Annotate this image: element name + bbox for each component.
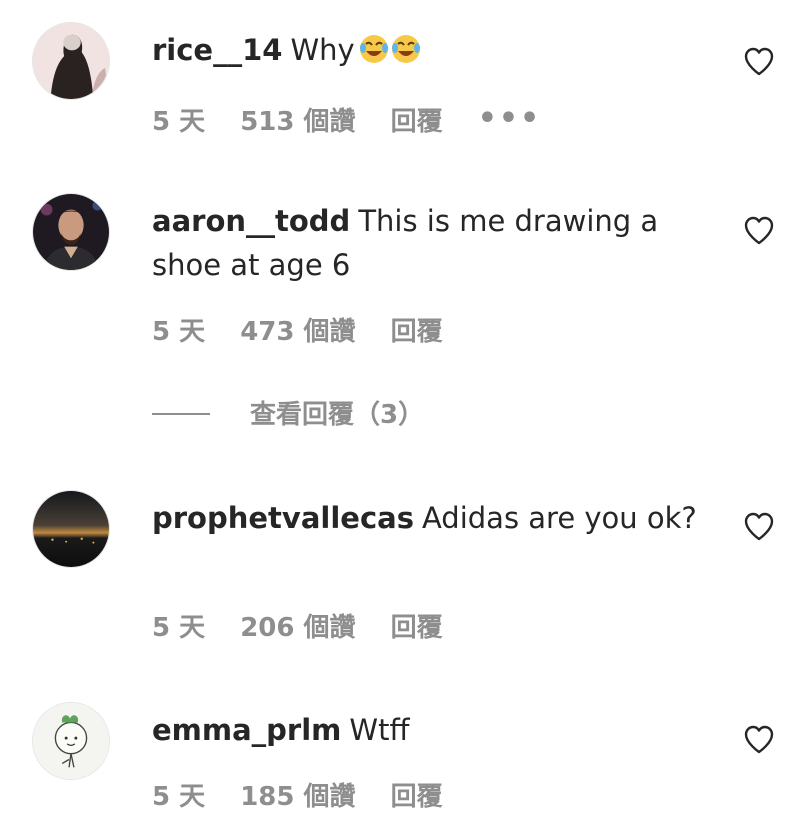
heart-icon[interactable]	[743, 511, 775, 541]
comment-meta: 5 天 513 個讚 回覆 •••	[152, 102, 567, 139]
avatar[interactable]	[32, 22, 110, 100]
heart-icon[interactable]	[743, 215, 775, 245]
comment-body: aaron__todd This is me drawing a shoe at …	[152, 199, 712, 287]
comment-username[interactable]: prophetvallecas	[152, 501, 414, 535]
comment-meta: 5 天 473 個讚 回覆	[152, 315, 469, 349]
view-replies-button[interactable]: 查看回覆（3）	[152, 398, 424, 432]
view-replies-label: 查看回覆（3）	[250, 400, 425, 430]
comment-time: 5 天	[152, 613, 206, 643]
comment-body: emma_prlm Wtff	[152, 708, 712, 752]
comment-username[interactable]: aaron__todd	[152, 204, 350, 238]
comment-text: Wtff	[349, 713, 410, 747]
avatar[interactable]	[32, 490, 110, 568]
laughing-emoji-icon	[359, 32, 423, 76]
comment-body: rice__14 Why	[152, 28, 712, 76]
more-dots-icon[interactable]: •••	[478, 102, 542, 136]
comments-list: rice__14 Why 5 天 513 個讚 回覆 ••• aaron__to…	[0, 0, 800, 827]
like-count[interactable]: 185 個讚	[240, 780, 355, 814]
comment-time: 5 天	[152, 782, 206, 812]
comment-time: 5 天	[152, 317, 206, 347]
comment-username[interactable]: rice__14	[152, 33, 282, 67]
like-count[interactable]: 473 個讚	[240, 315, 355, 349]
comment-text: Adidas are you ok?	[421, 501, 697, 535]
avatar[interactable]	[32, 702, 110, 780]
like-count[interactable]: 513 個讚	[240, 105, 355, 139]
comment-body: prophetvallecas Adidas are you ok?	[152, 496, 712, 540]
avatar[interactable]	[32, 193, 110, 271]
reply-button[interactable]: 回覆	[391, 105, 443, 139]
comment-meta: 5 天 206 個讚 回覆	[152, 611, 469, 645]
heart-icon[interactable]	[743, 46, 775, 76]
reply-button[interactable]: 回覆	[391, 611, 443, 645]
comment-meta: 5 天 185 個讚 回覆	[152, 780, 469, 814]
comment-username[interactable]: emma_prlm	[152, 713, 341, 747]
like-count[interactable]: 206 個讚	[240, 611, 355, 645]
heart-icon[interactable]	[743, 724, 775, 754]
comment-text: Why	[290, 33, 355, 67]
reply-button[interactable]: 回覆	[391, 780, 443, 814]
replies-divider	[152, 413, 210, 415]
reply-button[interactable]: 回覆	[391, 315, 443, 349]
comment-time: 5 天	[152, 107, 206, 137]
